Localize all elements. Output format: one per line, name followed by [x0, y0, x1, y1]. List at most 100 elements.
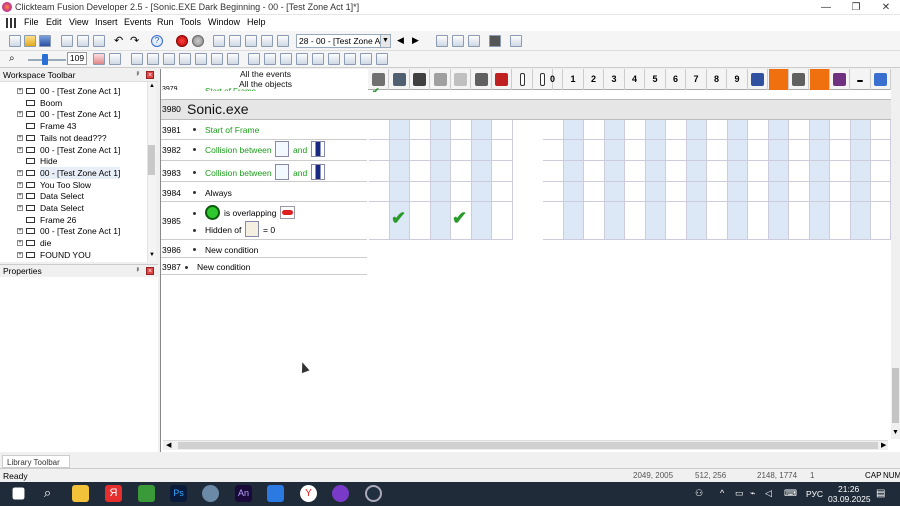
character-sprite-icon[interactable]: [275, 164, 289, 180]
app-icon[interactable]: [202, 485, 219, 502]
pause-icon[interactable]: [192, 35, 204, 47]
minimize-button[interactable]: —: [811, 0, 841, 15]
action-cell[interactable]: [871, 120, 891, 140]
character-sprite-icon[interactable]: [245, 221, 259, 237]
expand-icon[interactable]: +: [17, 169, 23, 176]
action-cell[interactable]: [471, 161, 492, 182]
tool-icon-13[interactable]: [296, 53, 308, 65]
action-cell[interactable]: [830, 120, 851, 140]
clock-time[interactable]: 21:26: [838, 484, 859, 494]
redo-icon[interactable]: ↷: [130, 35, 142, 47]
action-cell[interactable]: [471, 120, 492, 140]
clickteam-fusion-icon[interactable]: [332, 485, 349, 502]
action-cell[interactable]: [625, 140, 646, 161]
event-row[interactable]: [161, 182, 367, 202]
object-column[interactable]: [748, 69, 768, 90]
expand-icon[interactable]: +: [17, 88, 23, 94]
action-cell[interactable]: [492, 182, 513, 202]
scroll-left-icon[interactable]: ◀: [166, 441, 171, 449]
action-cell[interactable]: [584, 202, 605, 240]
menu-edit[interactable]: Edit: [46, 17, 62, 27]
action-cell[interactable]: [645, 202, 666, 240]
action-cell[interactable]: [410, 182, 431, 202]
action-cell[interactable]: [645, 161, 666, 182]
qualifier-column[interactable]: 1: [564, 69, 584, 90]
windows-start-icon[interactable]: [12, 487, 25, 500]
tool-icon-9[interactable]: [227, 53, 239, 65]
action-cell[interactable]: [727, 202, 748, 240]
action-cell[interactable]: [748, 140, 769, 161]
action-cell[interactable]: [768, 202, 789, 240]
tool-icon-5[interactable]: [163, 53, 175, 65]
action-cell[interactable]: [430, 120, 451, 140]
tool-icon-3[interactable]: [131, 53, 143, 65]
insert-comment-icon[interactable]: [452, 35, 464, 47]
stop-icon[interactable]: [176, 35, 188, 47]
menu-view[interactable]: View: [69, 17, 88, 27]
action-cell[interactable]: [430, 140, 451, 161]
action-cell[interactable]: [625, 202, 646, 240]
action-cell[interactable]: [686, 202, 707, 240]
action-cell[interactable]: [543, 182, 564, 202]
action-cell[interactable]: [543, 161, 564, 182]
tool-icon-12[interactable]: [280, 53, 292, 65]
action-cell[interactable]: [871, 182, 891, 202]
action-cell[interactable]: [871, 140, 891, 161]
grid-icon[interactable]: [6, 18, 17, 28]
cut-icon[interactable]: [61, 35, 73, 47]
action-cell[interactable]: [666, 182, 687, 202]
horizontal-scroll-thumb[interactable]: [178, 442, 878, 449]
next-frame-icon[interactable]: ▶: [412, 35, 419, 46]
scroll-down-icon[interactable]: ▼: [149, 252, 155, 258]
action-cell[interactable]: [768, 161, 789, 182]
expand-icon[interactable]: +: [17, 205, 23, 211]
menu-file[interactable]: File: [24, 17, 39, 27]
action-cell[interactable]: [850, 202, 871, 240]
action-cell[interactable]: [707, 182, 728, 202]
action-cell[interactable]: [430, 182, 451, 202]
qualifier-column[interactable]: 7: [687, 69, 707, 90]
character-sprite-icon[interactable]: [275, 141, 289, 157]
menu-run[interactable]: Run: [157, 17, 174, 27]
action-cell[interactable]: [563, 140, 584, 161]
condition-text[interactable]: Start of Frame: [205, 125, 259, 135]
action-cell[interactable]: [604, 120, 625, 140]
action-cell[interactable]: [727, 161, 748, 182]
yandex-browser-icon[interactable]: Y: [300, 485, 317, 502]
red-object-icon[interactable]: [280, 206, 295, 219]
new-condition-link[interactable]: New condition: [205, 245, 258, 255]
search-icon[interactable]: ⌕: [39, 485, 56, 502]
insert-event-icon[interactable]: [436, 35, 448, 47]
tool-icon-7[interactable]: [195, 53, 207, 65]
action-cell[interactable]: [584, 140, 605, 161]
frame-editor-icon[interactable]: [229, 35, 241, 47]
action-cell[interactable]: [369, 202, 390, 240]
action-cell[interactable]: [430, 202, 451, 240]
paste-icon[interactable]: [93, 35, 105, 47]
action-cell[interactable]: [410, 161, 431, 182]
action-cell[interactable]: [604, 202, 625, 240]
action-cell[interactable]: [451, 140, 472, 161]
keyboard-icon[interactable]: ⌨: [784, 488, 797, 499]
action-cell[interactable]: [809, 182, 830, 202]
condition-text[interactable]: Always: [205, 188, 232, 198]
action-cell[interactable]: [871, 202, 891, 240]
event-editor-icon[interactable]: [245, 35, 257, 47]
action-cell[interactable]: [850, 161, 871, 182]
expand-icon[interactable]: +: [17, 111, 23, 118]
menu-window[interactable]: Window: [208, 17, 240, 27]
action-cell[interactable]: [768, 140, 789, 161]
door-sprite-icon[interactable]: [311, 164, 325, 180]
action-cell[interactable]: [789, 161, 810, 182]
object-column[interactable]: [451, 69, 471, 90]
qualifier-column[interactable]: 0: [543, 69, 563, 90]
action-cell[interactable]: [830, 161, 851, 182]
action-cell[interactable]: [492, 140, 513, 161]
qualifier-column[interactable]: 9: [728, 69, 748, 90]
action-cell[interactable]: [727, 140, 748, 161]
checkmark-icon[interactable]: ✔: [372, 86, 380, 92]
action-cell[interactable]: [830, 202, 851, 240]
action-cell[interactable]: [410, 120, 431, 140]
close-button[interactable]: ✕: [871, 0, 900, 15]
expand-icon[interactable]: +: [17, 240, 23, 247]
